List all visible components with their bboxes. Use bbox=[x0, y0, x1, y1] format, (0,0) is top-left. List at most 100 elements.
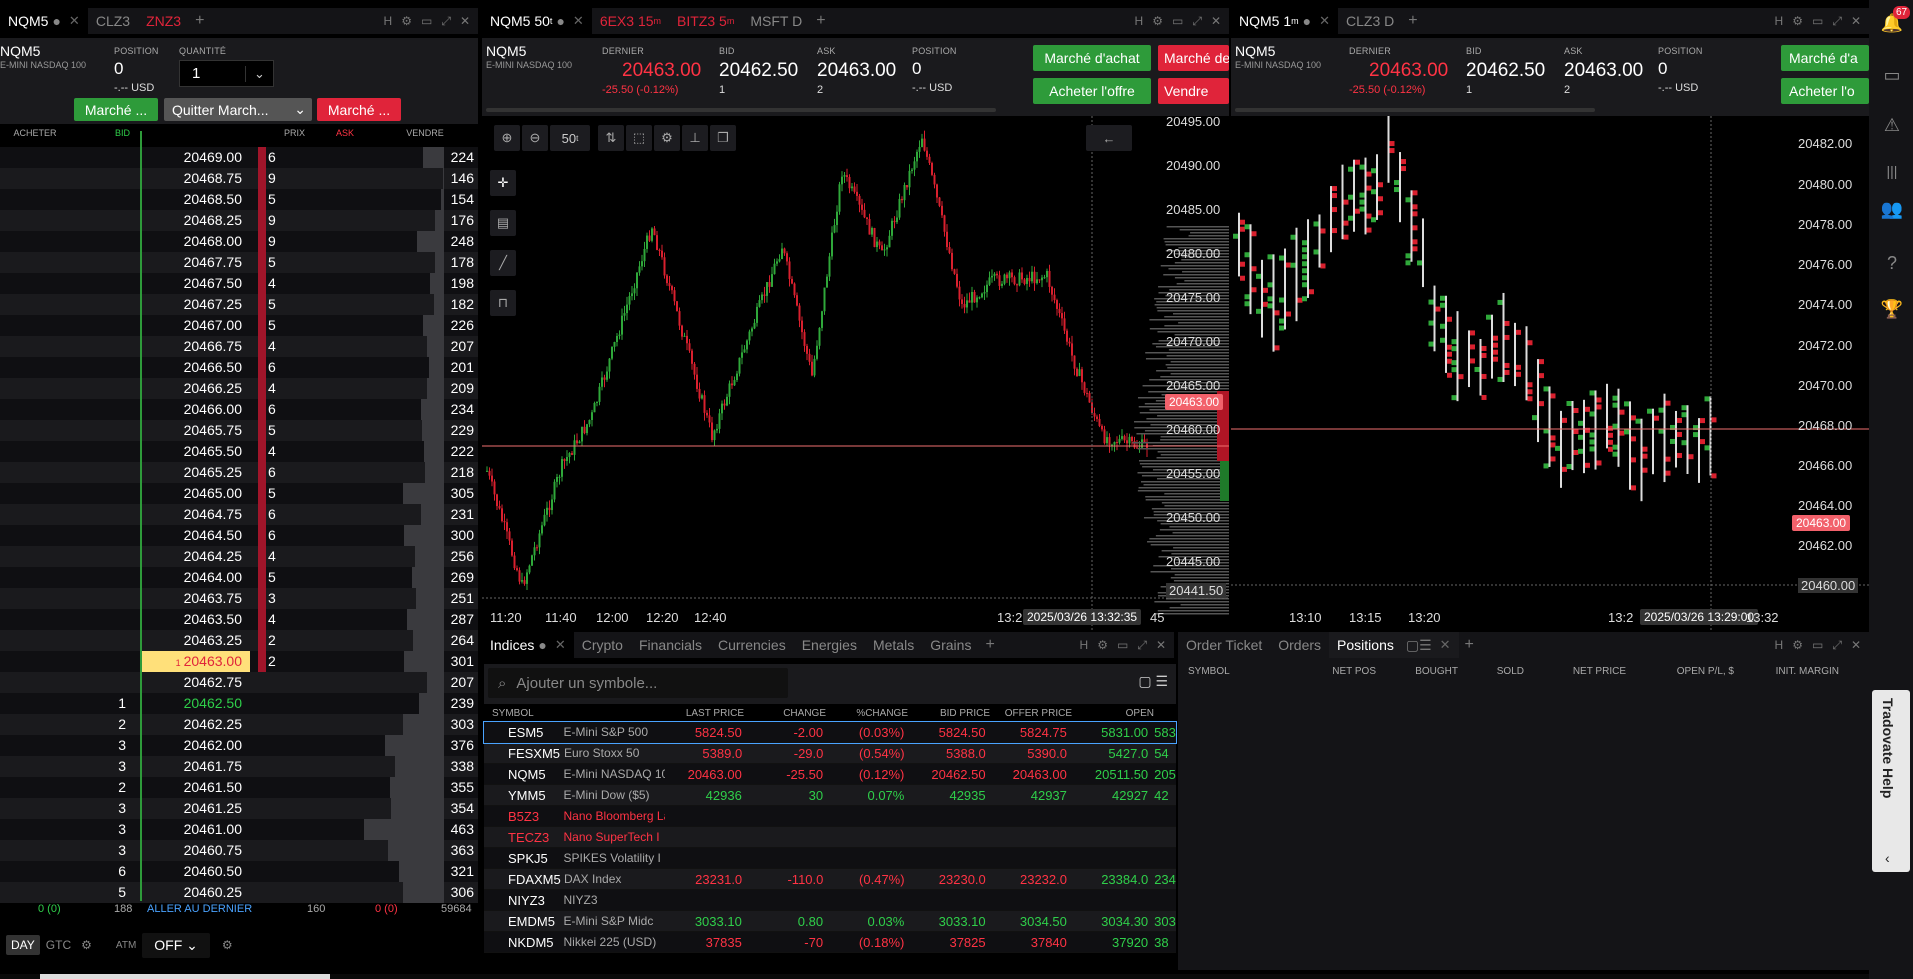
price-cell[interactable]: 20461.00 bbox=[140, 819, 250, 840]
price-cell[interactable]: 20461.75 bbox=[140, 756, 250, 777]
price-cell[interactable]: 20461.50 bbox=[140, 777, 250, 798]
table-row[interactable]: 20469.00 6 224 bbox=[0, 147, 478, 168]
layers-icon[interactable]: ❐ bbox=[710, 125, 736, 151]
table-row[interactable]: 20464.00 5 269 bbox=[0, 567, 478, 588]
back-arrow-icon[interactable]: ← bbox=[1086, 125, 1132, 151]
tab-clz3-d[interactable]: CLZ3 D bbox=[1338, 8, 1402, 34]
market-buy-button[interactable]: Marché d'a bbox=[1781, 45, 1869, 71]
table-row[interactable]: 20467.00 5 226 bbox=[0, 315, 478, 336]
table-row[interactable]: 20464.75 6 231 bbox=[0, 504, 478, 525]
chevron-down-icon[interactable]: ⌄ bbox=[294, 101, 306, 118]
table-row[interactable]: 1 20463.00 2 301 bbox=[0, 651, 478, 672]
table-row[interactable]: 20465.50 4 222 bbox=[0, 441, 478, 462]
table-row[interactable]: ESM5 E-Mini S&P 500 5824.50 -2.00 (0.03%) 582… bbox=[483, 721, 1177, 744]
dom-ladder[interactable]: 20469.00 6 224 20468.75 9 146 20468.50 5 154 2046… bbox=[0, 147, 478, 903]
market-sell-button[interactable]: Marché de bbox=[1158, 45, 1229, 71]
price-cell[interactable]: 20462.75 bbox=[140, 672, 250, 693]
right-chart[interactable] bbox=[1231, 116, 1869, 630]
table-row[interactable]: 3 20461.75 338 bbox=[0, 756, 478, 777]
price-cell[interactable]: 20463.25 bbox=[140, 630, 250, 651]
price-cell[interactable]: 20462.00 bbox=[140, 735, 250, 756]
table-row[interactable]: FESXM5 Euro Stoxx 50 5389.0 -29.0 (0.54%) 538… bbox=[484, 743, 1176, 764]
select-icon[interactable]: ⬚ bbox=[626, 125, 652, 151]
table-row[interactable]: B5Z3 Nano Bloomberg La bbox=[484, 806, 1176, 827]
table-row[interactable]: TECZ3 Nano SuperTech I bbox=[484, 827, 1176, 848]
window-icon[interactable]: ▭ bbox=[1812, 638, 1823, 652]
table-row[interactable]: SPKJ5 SPIKES Volatility I bbox=[484, 848, 1176, 869]
mid-chart-svg[interactable] bbox=[482, 116, 1229, 630]
table-row[interactable]: 20465.00 5 305 bbox=[0, 483, 478, 504]
warning-icon[interactable]: ⚠ bbox=[1879, 112, 1905, 138]
price-cell[interactable]: 20460.50 bbox=[140, 861, 250, 882]
add-tab-icon[interactable]: + bbox=[189, 12, 210, 30]
price-cell[interactable]: 20465.50 bbox=[140, 441, 250, 462]
table-row[interactable]: 20465.75 5 229 bbox=[0, 420, 478, 441]
window-icon[interactable]: ▭ bbox=[1117, 638, 1128, 652]
view-toggle-icon[interactable]: ▢ ☰ bbox=[1138, 673, 1168, 690]
table-row[interactable]: 3 20460.75 363 bbox=[0, 840, 478, 861]
close-icon[interactable]: ✕ bbox=[1156, 638, 1166, 652]
table-row[interactable]: NKDM5 Nikkei 225 (USD) 37835 -70 (0.18%) 3782… bbox=[484, 932, 1176, 953]
add-tab-icon[interactable]: + bbox=[810, 12, 831, 30]
bottom-scrollbar[interactable] bbox=[0, 974, 1869, 979]
table-row[interactable]: 20467.25 5 182 bbox=[0, 294, 478, 315]
tab-msft[interactable]: MSFT D bbox=[742, 8, 810, 34]
table-row[interactable]: 20467.75 5 178 bbox=[0, 252, 478, 273]
market-buy-button[interactable]: Marché d'achat bbox=[1033, 45, 1151, 71]
table-row[interactable]: 20462.75 207 bbox=[0, 672, 478, 693]
price-cell[interactable]: 20468.25 bbox=[140, 210, 250, 231]
trophy-icon[interactable]: 🏆 bbox=[1879, 296, 1905, 322]
close-icon[interactable]: ✕ bbox=[573, 13, 584, 29]
price-cell[interactable]: 20467.25 bbox=[140, 294, 250, 315]
gear-icon[interactable]: ⚙ bbox=[1792, 638, 1803, 652]
price-cell[interactable]: 20461.25 bbox=[140, 798, 250, 819]
tab-order-ticket[interactable]: Order Ticket bbox=[1178, 632, 1270, 658]
price-cell[interactable]: 20460.75 bbox=[140, 840, 250, 861]
gear-icon[interactable]: ⚙ bbox=[1097, 638, 1108, 652]
window-icon[interactable]: ▭ bbox=[1812, 14, 1823, 28]
h-icon[interactable]: H bbox=[1135, 14, 1144, 28]
close-icon[interactable]: ✕ bbox=[555, 637, 566, 653]
gtc-toggle[interactable]: GTC bbox=[46, 938, 71, 952]
price-cell[interactable]: 20465.75 bbox=[140, 420, 250, 441]
price-cell[interactable]: 20469.00 bbox=[140, 147, 250, 168]
users-icon[interactable]: 👥 bbox=[1879, 196, 1905, 222]
qty-input[interactable]: 1 ⌄ bbox=[179, 60, 274, 87]
h-icon[interactable]: H bbox=[1775, 14, 1784, 28]
table-row[interactable]: 6 20460.50 321 bbox=[0, 861, 478, 882]
add-tab-icon[interactable]: + bbox=[1402, 12, 1423, 30]
close-icon[interactable]: ✕ bbox=[1851, 638, 1861, 652]
notes-icon[interactable]: ▤ bbox=[490, 210, 516, 236]
h-icon[interactable]: H bbox=[384, 14, 393, 28]
sell-button[interactable]: Vendre bbox=[1158, 78, 1229, 104]
indicator-icon[interactable]: ⊥ bbox=[682, 125, 708, 151]
popout-icon[interactable]: ⤢ bbox=[1192, 14, 1202, 29]
tab-energies[interactable]: Energies bbox=[794, 632, 865, 658]
goto-last-link[interactable]: ALLER AU DERNIER bbox=[147, 903, 252, 915]
draw-line-icon[interactable]: ╱ bbox=[490, 250, 516, 276]
tab-nqm5[interactable]: NQM5 ● ✕ bbox=[0, 8, 88, 34]
table-row[interactable]: 20467.50 4 198 bbox=[0, 273, 478, 294]
close-icon[interactable]: ✕ bbox=[1440, 637, 1451, 653]
market-sell-button[interactable]: Marché ... bbox=[317, 98, 401, 121]
crosshair-icon[interactable]: ✛ bbox=[490, 170, 516, 196]
table-row[interactable]: FDAXM5 DAX Index 23231.0 -110.0 (0.47%) 23230… bbox=[484, 869, 1176, 890]
table-row[interactable]: 20466.50 6 201 bbox=[0, 357, 478, 378]
table-row[interactable]: 1 20462.50 239 bbox=[0, 693, 478, 714]
close-icon[interactable]: ✕ bbox=[1319, 13, 1330, 29]
close-icon[interactable]: ✕ bbox=[1851, 14, 1861, 28]
price-cell[interactable]: 20467.50 bbox=[140, 273, 250, 294]
table-row[interactable]: 20464.50 6 300 bbox=[0, 525, 478, 546]
price-cell[interactable]: 20464.50 bbox=[140, 525, 250, 546]
help-tab[interactable]: Tradovate Help ‹ bbox=[1872, 690, 1910, 872]
gear-icon[interactable]: ⚙ bbox=[401, 14, 412, 28]
table-row[interactable]: 20463.25 2 264 bbox=[0, 630, 478, 651]
price-cell[interactable]: 20467.00 bbox=[140, 315, 250, 336]
buy-offer-button[interactable]: Acheter l'offre bbox=[1033, 78, 1151, 104]
table-row[interactable]: 20466.25 4 209 bbox=[0, 378, 478, 399]
table-row[interactable]: 20464.25 4 256 bbox=[0, 546, 478, 567]
table-row[interactable]: EMDM5 E-Mini S&P Midc 3033.10 0.80 0.03% 3033… bbox=[484, 911, 1176, 932]
interval-button[interactable]: 50 t bbox=[550, 125, 590, 151]
price-cell[interactable]: 20468.00 bbox=[140, 231, 250, 252]
day-toggle[interactable]: DAY bbox=[6, 935, 40, 955]
